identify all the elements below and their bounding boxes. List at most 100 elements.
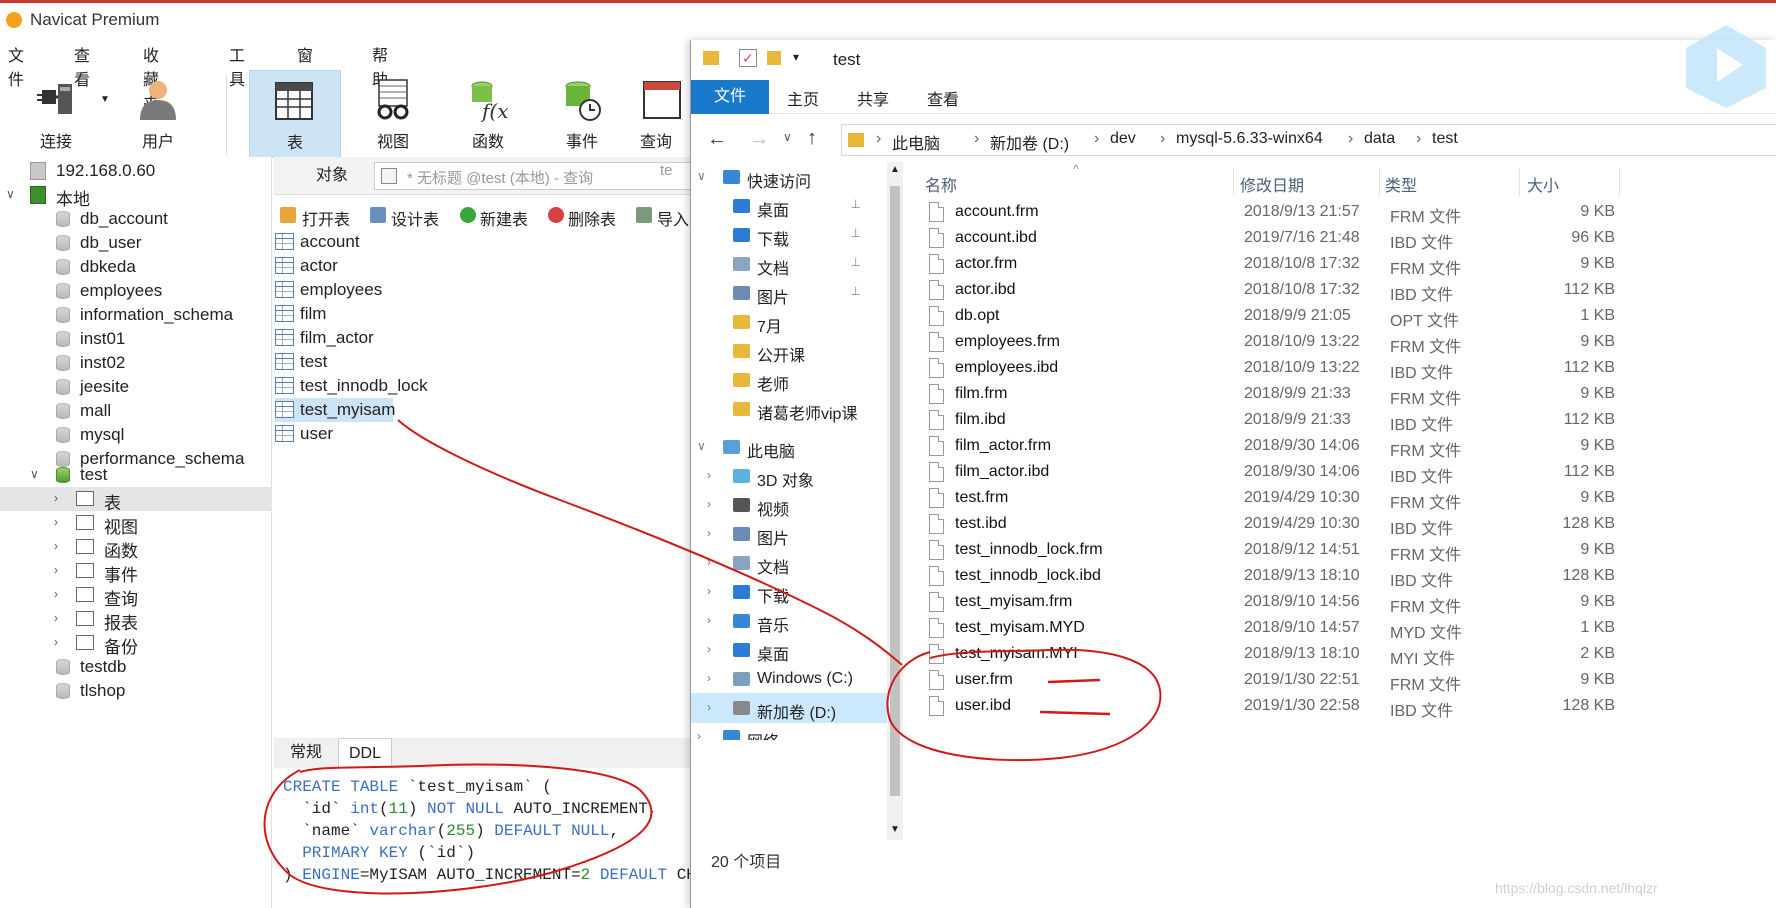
table-item-film_actor[interactable]: film_actor xyxy=(275,326,465,350)
chevron-right-icon[interactable]: › xyxy=(707,555,711,569)
scroll-up-icon[interactable]: ▲ xyxy=(890,164,900,175)
file-row[interactable]: account.frm 2018/9/13 21:57 FRM 文件 9 KB xyxy=(913,198,1776,227)
chevron-right-icon[interactable]: › xyxy=(54,611,58,625)
nav-scrollbar[interactable]: ▲ ▼ xyxy=(887,162,903,840)
nav-item[interactable]: › 音乐 xyxy=(691,606,887,636)
file-row[interactable]: test_myisam.frm 2018/9/10 14:56 FRM 文件 9 KB xyxy=(913,588,1776,617)
ribbon-tab-home[interactable]: 主页 xyxy=(787,86,819,110)
ribbon-tab-share[interactable]: 共享 xyxy=(857,86,889,110)
tree-db-db_user[interactable]: db_user xyxy=(0,231,272,255)
nav-item[interactable]: ∨ 快速访问 xyxy=(691,162,887,192)
table-item-film[interactable]: film xyxy=(275,302,465,326)
file-row[interactable]: film.ibd 2018/9/9 21:33 IBD 文件 112 KB xyxy=(913,406,1776,435)
table-item-test_innodb_lock[interactable]: test_innodb_lock xyxy=(275,374,465,398)
tree-connection-remote[interactable]: 192.168.0.60 xyxy=(0,159,272,183)
file-row[interactable]: test_innodb_lock.ibd 2018/9/13 18:10 IBD 文… xyxy=(913,562,1776,591)
path-separator-icon[interactable]: › xyxy=(974,130,979,148)
tree-db-mall[interactable]: mall xyxy=(0,399,272,423)
column-divider[interactable] xyxy=(1379,168,1380,196)
column-divider[interactable] xyxy=(1619,168,1620,196)
tree-node-view[interactable]: › 视图 xyxy=(0,511,272,537)
file-row[interactable]: account.ibd 2019/7/16 21:48 IBD 文件 96 KB xyxy=(913,224,1776,253)
nav-item[interactable]: › 新加卷 (D:) xyxy=(691,693,887,723)
tree-node-report[interactable]: › 报表 xyxy=(0,607,272,633)
file-row[interactable]: test.frm 2019/4/29 10:30 FRM 文件 9 KB xyxy=(913,484,1776,513)
toolbar-connect-button[interactable]: 连接 xyxy=(12,70,100,158)
nav-item[interactable]: 图片 ⊥ xyxy=(691,278,887,308)
query-tab[interactable]: * 无标题 @test (本地) - 查询 xyxy=(374,162,692,190)
table-item-employees[interactable]: employees xyxy=(275,278,465,302)
nav-item[interactable]: › 视频 xyxy=(691,490,887,520)
tree-db-testdb[interactable]: testdb xyxy=(0,655,272,679)
path-separator-icon[interactable]: › xyxy=(1416,130,1421,148)
file-row[interactable]: user.frm 2019/1/30 22:51 FRM 文件 9 KB xyxy=(913,666,1776,695)
column-divider[interactable] xyxy=(1519,168,1520,196)
nav-item[interactable]: › 文档 xyxy=(691,548,887,578)
path-segment[interactable]: 此电脑 xyxy=(892,130,940,154)
customize-chevron-icon[interactable]: ▾ xyxy=(793,50,799,64)
chevron-right-icon[interactable]: › xyxy=(707,584,711,598)
file-row[interactable]: actor.ibd 2018/10/8 17:32 IBD 文件 112 KB xyxy=(913,276,1776,305)
nav-item[interactable]: › Windows (C:) xyxy=(691,664,887,694)
up-arrow-icon[interactable]: ↑ xyxy=(807,127,817,150)
forward-arrow-icon[interactable]: → xyxy=(749,128,769,151)
nav-item[interactable]: › 桌面 xyxy=(691,635,887,665)
chevron-right-icon[interactable]: › xyxy=(54,515,58,529)
tree-node-table[interactable]: › 表 xyxy=(0,487,272,513)
chevron-right-icon[interactable]: › xyxy=(707,468,711,482)
nav-scroll-thumb[interactable] xyxy=(890,186,900,796)
chevron-right-icon[interactable]: › xyxy=(707,671,711,685)
new-table-button[interactable]: 新建表 xyxy=(480,206,528,230)
file-row[interactable]: actor.frm 2018/10/8 17:32 FRM 文件 9 KB xyxy=(913,250,1776,279)
toolbar-function-button[interactable]: f(x) 函数 xyxy=(444,70,532,158)
ribbon-tab-file[interactable]: 文件 xyxy=(691,80,769,114)
toolbar-event-button[interactable]: 事件 xyxy=(538,70,626,158)
pin-icon[interactable]: ⊥ xyxy=(851,255,861,269)
path-segment[interactable]: test xyxy=(1432,130,1458,148)
table-item-test[interactable]: test xyxy=(275,350,465,374)
table-item-user[interactable]: user xyxy=(275,422,465,446)
nav-item[interactable]: 公开课 xyxy=(691,336,887,366)
tree-db-inst02[interactable]: inst02 xyxy=(0,351,272,375)
nav-item[interactable]: 文档 ⊥ xyxy=(691,249,887,279)
open-table-button[interactable]: 打开表 xyxy=(302,206,350,230)
back-arrow-icon[interactable]: ← xyxy=(707,128,727,151)
chevron-down-icon[interactable]: ∨ xyxy=(6,187,15,201)
table-item-account[interactable]: account xyxy=(275,230,465,254)
pin-icon[interactable]: ⊥ xyxy=(851,197,861,211)
chevron-right-icon[interactable]: › xyxy=(697,729,701,740)
tree-node-query[interactable]: › 查询 xyxy=(0,583,272,609)
delete-table-button[interactable]: 删除表 xyxy=(568,206,616,230)
tree-db-performance_schema[interactable]: performance_schema xyxy=(0,447,272,471)
chevron-right-icon[interactable]: › xyxy=(54,563,58,577)
tree-db-tlshop[interactable]: tlshop xyxy=(0,679,272,703)
ribbon-tab-view[interactable]: 查看 xyxy=(927,86,959,110)
tree-node-backup[interactable]: › 备份 xyxy=(0,631,272,657)
chevron-down-icon[interactable]: ∨ xyxy=(697,439,706,453)
tree-db-dbkeda[interactable]: dbkeda xyxy=(0,255,272,279)
column-divider[interactable] xyxy=(1233,168,1234,196)
chevron-right-icon[interactable]: › xyxy=(54,587,58,601)
pin-icon[interactable]: ⊥ xyxy=(851,284,861,298)
import-button[interactable]: 导入 xyxy=(657,206,689,230)
file-row[interactable]: db.opt 2018/9/9 21:05 OPT 文件 1 KB xyxy=(913,302,1776,331)
nav-item[interactable]: › 网络 xyxy=(691,722,887,740)
nav-item[interactable]: 诸葛老师vip课 xyxy=(691,394,887,424)
address-bar[interactable]: › 此电脑 › 新加卷 (D:) › dev › mysql-5.6.33-winx64 › da… xyxy=(841,124,1776,156)
path-segment[interactable]: mysql-5.6.33-winx64 xyxy=(1176,130,1323,148)
new-folder-icon[interactable] xyxy=(767,51,781,65)
nav-item[interactable]: › 下载 xyxy=(691,577,887,607)
query-tab-2[interactable]: te xyxy=(660,162,673,179)
tree-db-information_schema[interactable]: information_schema xyxy=(0,303,272,327)
nav-item[interactable]: 7月 xyxy=(691,307,887,337)
file-row[interactable]: test_myisam.MYD 2018/9/10 14:57 MYD 文件 1 KB xyxy=(913,614,1776,643)
tree-node-function[interactable]: › 函数 xyxy=(0,535,272,561)
tab-objects[interactable]: 对象 xyxy=(292,157,372,195)
chevron-down-icon[interactable]: ∨ xyxy=(697,169,706,183)
chevron-right-icon[interactable]: › xyxy=(707,497,711,511)
nav-item[interactable]: › 3D 对象 xyxy=(691,461,887,491)
file-row[interactable]: employees.frm 2018/10/9 13:22 FRM 文件 9 KB xyxy=(913,328,1776,357)
scroll-down-icon[interactable]: ▼ xyxy=(890,824,900,835)
toolbar-user-button[interactable]: 用户 xyxy=(114,70,202,158)
column-name[interactable]: 名称 xyxy=(925,172,957,196)
